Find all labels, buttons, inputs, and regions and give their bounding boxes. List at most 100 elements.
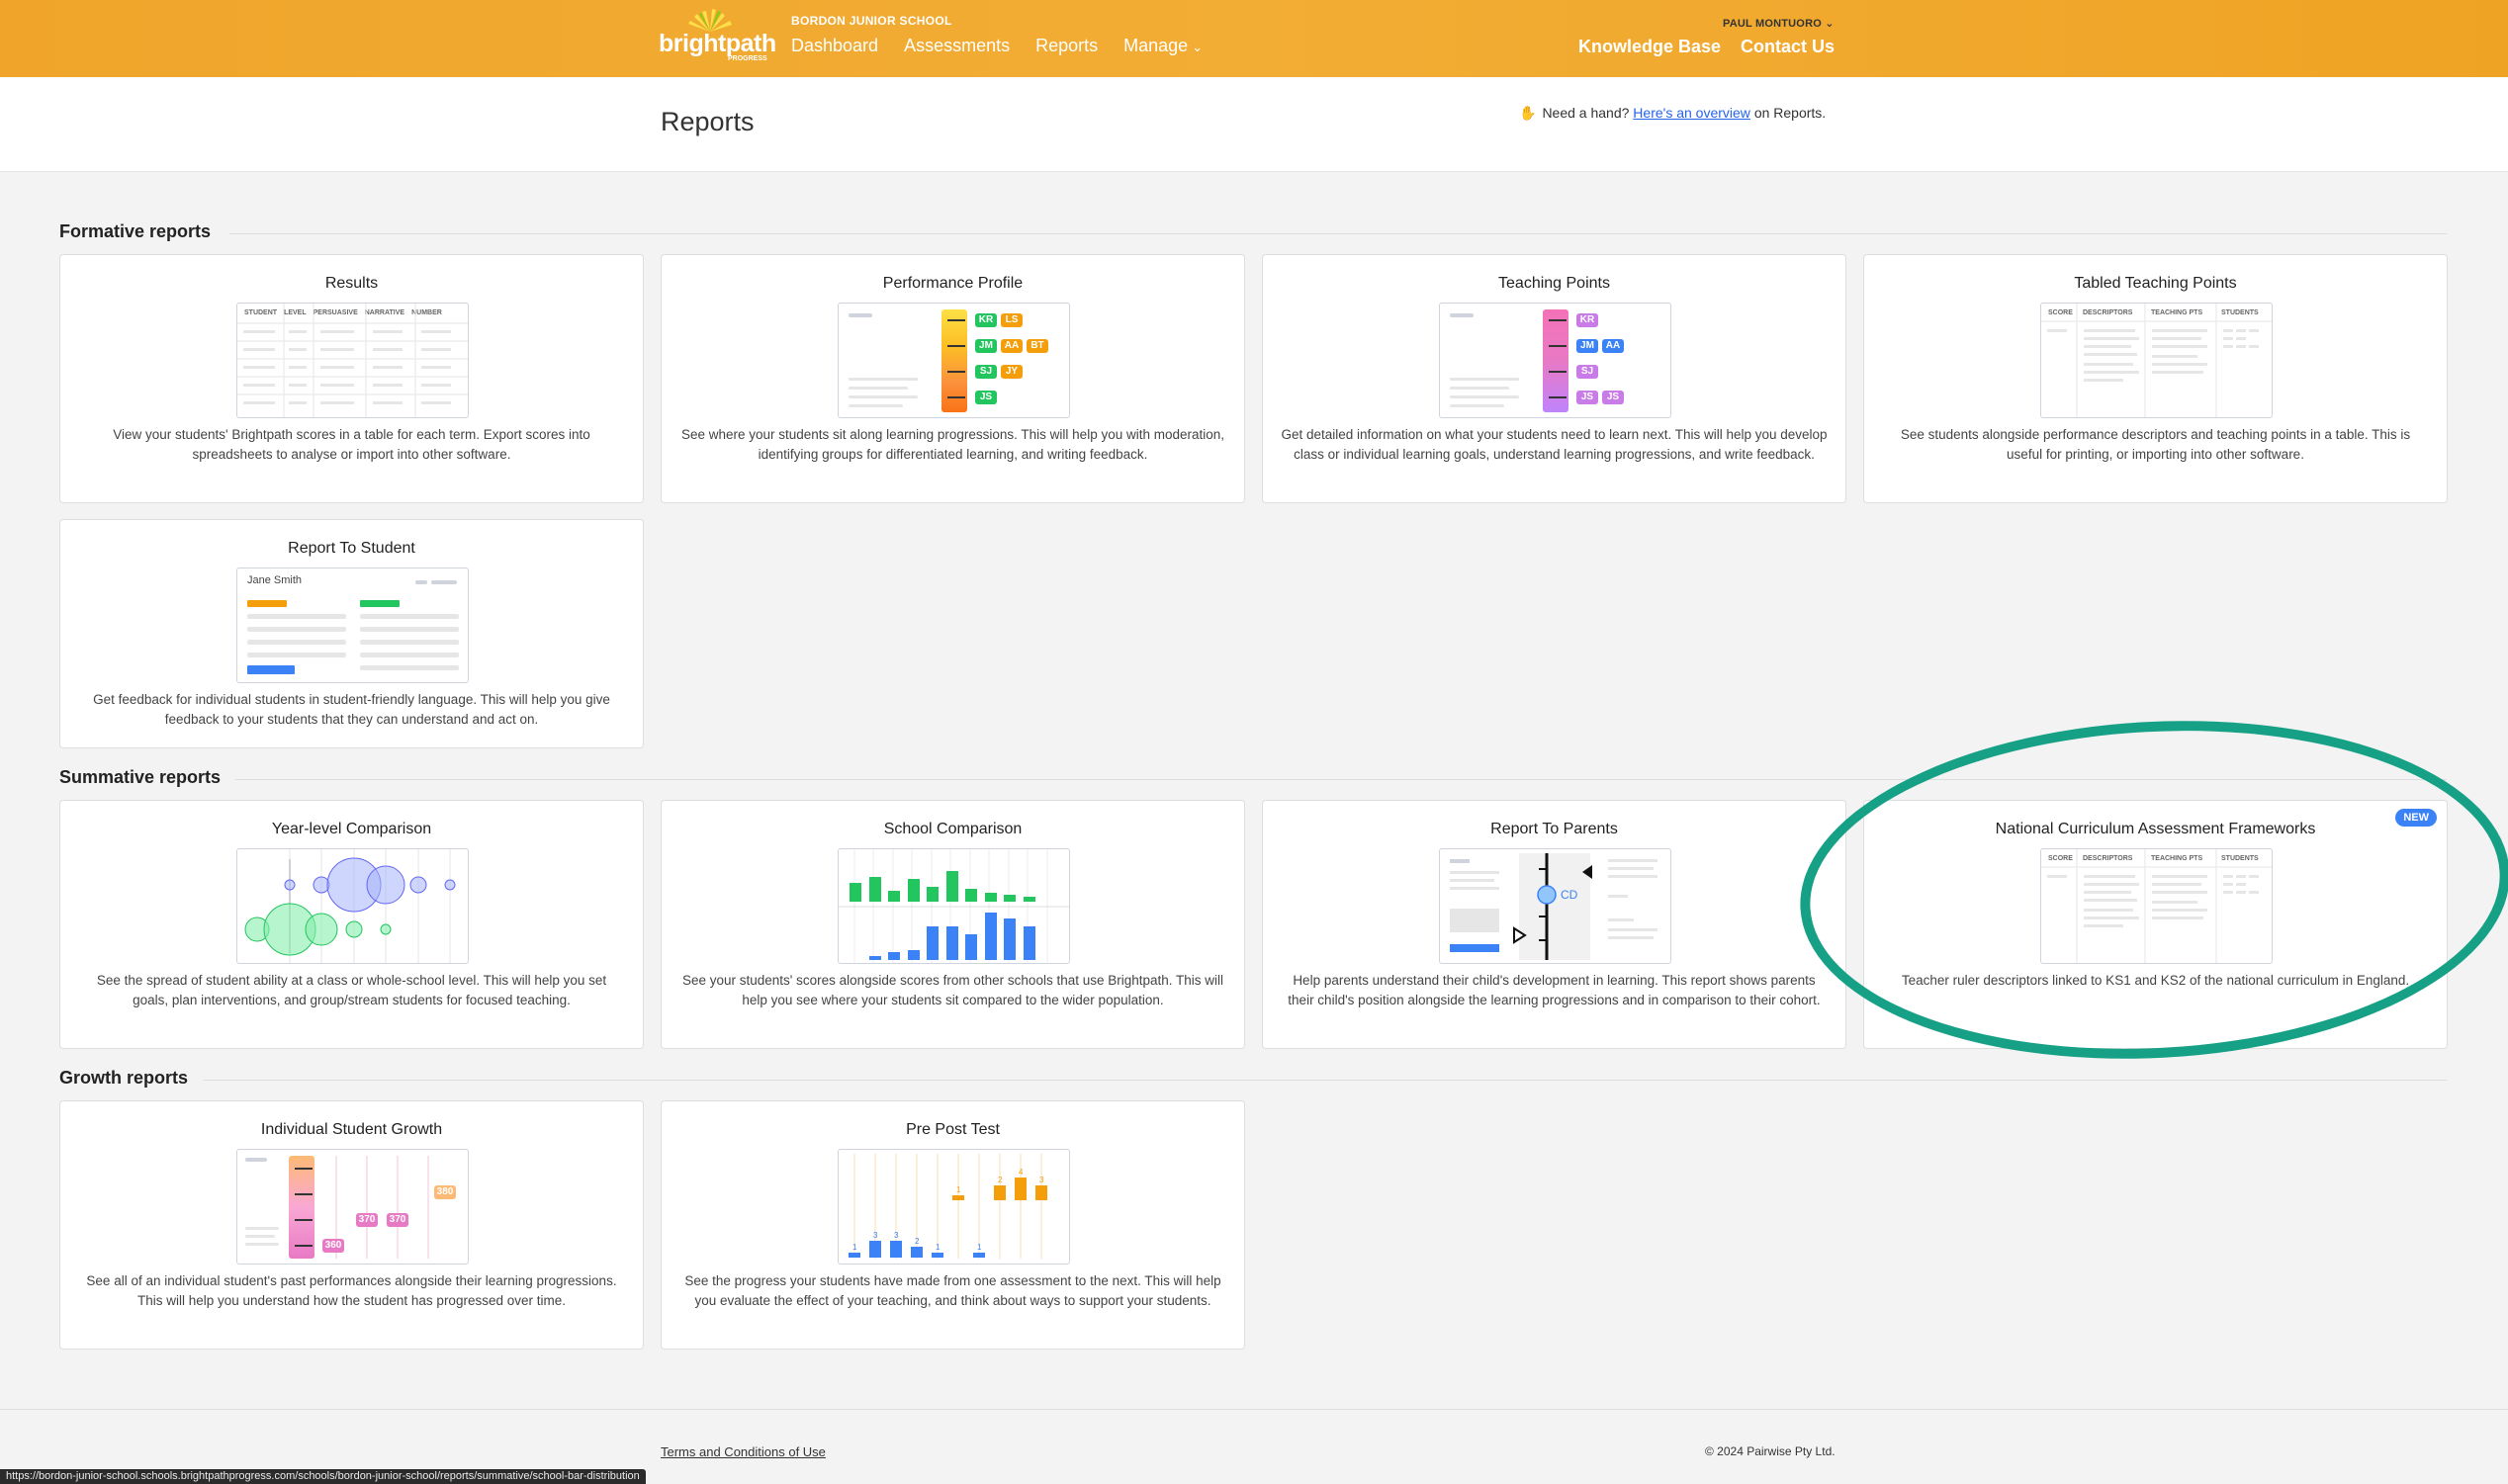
brightpath-logo[interactable]: brightpath PROGRESS: [659, 8, 776, 67]
hand-icon: ✋: [1519, 105, 1537, 121]
sunburst-icon: [688, 9, 732, 32]
card-title: Report To Parents: [1490, 821, 1618, 837]
user-name: PAUL MONTUORO: [1723, 18, 1822, 30]
page-title: Reports: [661, 107, 755, 136]
overview-link[interactable]: Here's an overview: [1633, 105, 1750, 121]
card-report-to-student[interactable]: Report To Student Jane Smith Get feedbac…: [59, 519, 644, 748]
page-header: Reports ✋ Need a hand? Here's an overview…: [0, 77, 2508, 172]
school-comparison-thumbnail: [838, 848, 1070, 964]
student-pill: SJ: [1576, 365, 1598, 379]
score-pill: 380: [434, 1185, 456, 1199]
card-title: School Comparison: [883, 821, 1023, 837]
student-pill: KR: [975, 313, 997, 327]
card-year-level-comparison[interactable]: Year-level Comparison See the spread of …: [59, 800, 644, 1049]
user-menu[interactable]: PAUL MONTUORO ⌄: [1723, 17, 1835, 30]
student-pill: JS: [1576, 391, 1598, 404]
year-level-thumbnail: [236, 848, 469, 964]
bar-label: 2: [915, 1237, 920, 1246]
report-student-thumbnail: Jane Smith: [236, 567, 469, 683]
help-suffix: on Reports.: [1753, 105, 1827, 121]
nav-assessments[interactable]: Assessments: [904, 36, 1010, 56]
bar-label: 3: [894, 1231, 899, 1240]
card-description: See students alongside performance descr…: [1900, 427, 2411, 462]
section-summative-title: Summative reports: [59, 767, 222, 787]
logo-wordmark: brightpath: [659, 30, 776, 57]
performance-thumbnail: KR LS JM AA BT SJ JY JS: [838, 303, 1070, 418]
copyright: © 2024 Pairwise Pty Ltd.: [1705, 1444, 1836, 1458]
student-pill: JS: [1602, 391, 1624, 404]
report-parents-thumbnail: CD: [1439, 848, 1671, 964]
student-pill: JY: [1001, 365, 1023, 379]
tabled-thumbnail: SCORE DESCRIPTORS TEACHING PTS STUDENTS: [2040, 303, 2273, 418]
results-thumbnail: STUDENT LEVEL PERSUASIVE NARRATIVE NUMBE…: [236, 303, 469, 418]
score-pill: 360: [322, 1239, 344, 1253]
card-individual-student-growth[interactable]: Individual Student Growth 360 370 370 38…: [59, 1100, 644, 1350]
section-divider: [229, 233, 2447, 234]
card-performance-profile[interactable]: Performance Profile KR LS JM AA BT SJ JY…: [661, 254, 1245, 503]
card-teaching-points[interactable]: Teaching Points KR JM AA SJ JS JS Get de…: [1262, 254, 1846, 503]
nav-dashboard[interactable]: Dashboard: [791, 36, 878, 56]
score-pill: 370: [387, 1213, 408, 1227]
score-pill: 370: [356, 1213, 378, 1227]
student-pill: BT: [1027, 339, 1048, 353]
bar-label: 3: [873, 1231, 878, 1240]
card-title: Pre Post Test: [906, 1121, 1000, 1138]
student-pill: JS: [975, 391, 997, 404]
card-description: Get feedback for individual students in …: [93, 692, 610, 727]
student-pill: KR: [1576, 313, 1598, 327]
chevron-down-icon: ⌄: [1825, 18, 1835, 30]
help-text: ✋ Need a hand? Here's an overview on Repo…: [1519, 105, 1826, 122]
student-name: Jane Smith: [247, 574, 303, 586]
card-description: See your students' scores alongside scor…: [681, 973, 1224, 1007]
card-title: Tabled Teaching Points: [2074, 275, 2237, 292]
right-nav: Knowledge Base Contact Us: [1578, 37, 1835, 57]
card-title: Individual Student Growth: [260, 1121, 443, 1138]
logo-subtitle: PROGRESS: [728, 55, 767, 62]
section-growth-title: Growth reports: [59, 1068, 189, 1088]
cohort-marker-label: CD: [1561, 888, 1578, 902]
card-description: See the spread of student ability at a c…: [96, 973, 607, 1007]
card-description: See the progress your students have made…: [684, 1273, 1221, 1308]
card-description: Help parents understand their child's de…: [1288, 973, 1821, 1007]
card-pre-post-test[interactable]: Pre Post Test 1 3 3 2 1 1 1 2 4 3 See th…: [661, 1100, 1245, 1350]
chevron-down-icon: ⌄: [1192, 40, 1204, 54]
main-nav: Dashboard Assessments Reports Manage ⌄: [791, 36, 1203, 56]
school-name: BORDON JUNIOR SCHOOL: [791, 14, 952, 28]
browser-status-url: https://bordon-junior-school.schools.bri…: [0, 1469, 646, 1484]
pre-post-thumbnail: 1 3 3 2 1 1 1 2 4 3: [838, 1149, 1070, 1265]
student-pill: SJ: [975, 365, 997, 379]
nav-manage[interactable]: Manage ⌄: [1123, 36, 1203, 56]
section-formative-title: Formative reports: [59, 221, 212, 241]
nav-knowledge-base[interactable]: Knowledge Base: [1578, 37, 1721, 57]
card-description: Get detailed information on what your st…: [1281, 427, 1828, 462]
bar-label: 1: [852, 1243, 857, 1252]
bar-label: 1: [956, 1185, 961, 1194]
card-title: Results: [324, 275, 379, 292]
card-description: See where your students sit along learni…: [680, 427, 1225, 462]
bar-label: 1: [936, 1243, 940, 1252]
student-pill: JM: [975, 339, 997, 353]
card-tabled-teaching-points[interactable]: Tabled Teaching Points SCORE DESCRIPTORS…: [1863, 254, 2448, 503]
top-navbar: brightpath PROGRESS BORDON JUNIOR SCHOOL…: [0, 0, 2508, 77]
card-description: See all of an individual student's past …: [86, 1273, 617, 1308]
nav-manage-label: Manage: [1123, 36, 1189, 55]
section-divider: [204, 1080, 2447, 1081]
individual-growth-thumbnail: 360 370 370 380: [236, 1149, 469, 1265]
card-title: Performance Profile: [882, 275, 1024, 292]
student-pill: LS: [1001, 313, 1023, 327]
student-pill: JM: [1576, 339, 1598, 353]
student-pill: AA: [1602, 339, 1624, 353]
terms-link[interactable]: Terms and Conditions of Use: [661, 1444, 826, 1459]
card-results[interactable]: Results STUDENT LEVEL PERSUASIVE NARRATI…: [59, 254, 644, 503]
card-title: Report To Student: [288, 540, 415, 557]
nav-contact-us[interactable]: Contact Us: [1741, 37, 1835, 57]
card-report-to-parents[interactable]: Report To Parents CD Help parents unders…: [1262, 800, 1846, 1049]
bar-label: 2: [998, 1176, 1003, 1184]
nav-reports[interactable]: Reports: [1035, 36, 1098, 56]
card-title: Year-level Comparison: [271, 821, 432, 837]
student-pill: AA: [1001, 339, 1023, 353]
card-description: View your students' Brightpath scores in…: [113, 427, 590, 462]
bar-label: 3: [1039, 1176, 1044, 1184]
help-prefix: Need a hand?: [1542, 105, 1630, 121]
card-school-comparison[interactable]: School Comparison See your students' sco…: [661, 800, 1245, 1049]
